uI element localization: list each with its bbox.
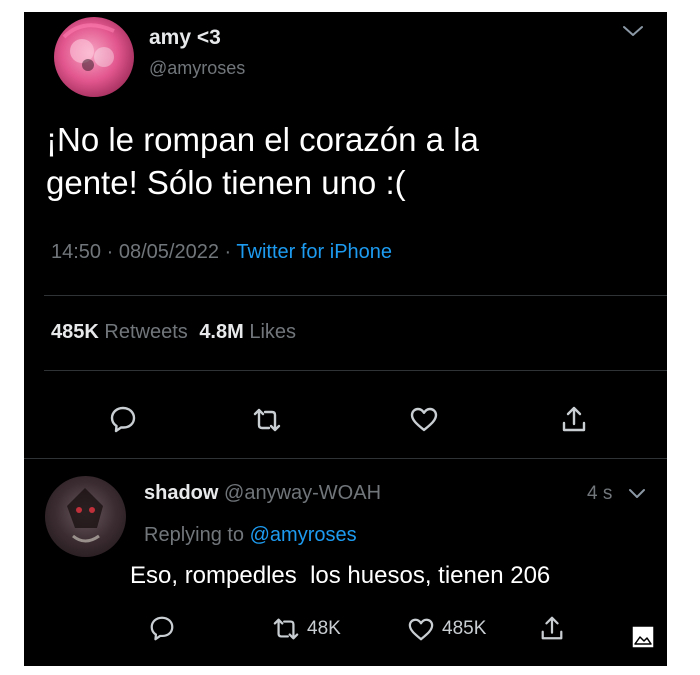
tweet-text: ¡No le rompan el corazón a la gente! Sól…	[46, 118, 479, 204]
likes-label: Likes	[249, 321, 297, 343]
tweet-screenshot: amy <3 @amyroses ¡No le rompan el corazó…	[24, 12, 667, 666]
reply-retweet-button[interactable]: 48K	[271, 616, 341, 642]
replying-handle[interactable]: @amyroses	[250, 524, 357, 546]
shadow-avatar[interactable]	[45, 476, 126, 557]
tweet-text-line-2: gente! Sólo tienen uno :(	[46, 164, 406, 201]
reply-retweet-count: 48K	[307, 618, 341, 639]
retweets-count: 485K	[51, 321, 99, 343]
heart-icon[interactable]	[408, 405, 440, 433]
reply-like-button[interactable]: 485K	[406, 616, 486, 642]
meta-separator: ·	[224, 241, 232, 263]
retweets-stat[interactable]: 485K Retweets	[51, 321, 193, 343]
tweet-time[interactable]: 14:50	[51, 241, 101, 263]
replying-label: Replying to	[144, 524, 245, 546]
tweet-source[interactable]: Twitter for iPhone	[236, 241, 392, 263]
divider	[44, 370, 667, 371]
divider	[24, 458, 667, 459]
retweet-icon	[271, 616, 301, 642]
image-icon[interactable]	[630, 624, 656, 650]
tweet-date[interactable]: 08/05/2022	[119, 241, 219, 263]
comment-icon[interactable]	[108, 404, 138, 434]
reply-header: shadow @anyway-WOAH	[144, 482, 381, 505]
reply-like-count: 485K	[442, 618, 487, 639]
likes-stat[interactable]: 4.8M Likes	[199, 321, 296, 343]
shadow-handle[interactable]: @anyway-WOAH	[224, 482, 381, 504]
shadow-display-name[interactable]: shadow	[144, 482, 218, 504]
chevron-down-icon[interactable]	[620, 22, 646, 40]
amy-display-name[interactable]: amy <3	[149, 26, 221, 50]
meta-separator: ·	[106, 241, 114, 263]
tweet-stats: 485K Retweets 4.8M Likes	[51, 321, 296, 344]
likes-count: 4.8M	[199, 321, 244, 343]
amy-handle[interactable]: @amyroses	[149, 58, 245, 79]
share-icon[interactable]	[560, 404, 588, 434]
reply-text: Eso, rompedles los huesos, tienen 206	[130, 562, 551, 589]
chevron-down-icon[interactable]	[627, 486, 647, 502]
divider	[44, 295, 667, 296]
heart-icon	[406, 616, 436, 642]
tweet-text-line-1: ¡No le rompan el corazón a la	[46, 121, 479, 158]
comment-icon[interactable]	[148, 614, 176, 642]
amy-avatar[interactable]	[54, 17, 134, 97]
reply-time[interactable]: 4 s	[587, 483, 612, 505]
replying-to: Replying to @amyroses	[144, 524, 357, 547]
retweet-icon[interactable]	[251, 406, 283, 434]
retweets-label: Retweets	[104, 321, 188, 343]
share-icon[interactable]	[539, 614, 565, 642]
tweet-meta: 14:50 · 08/05/2022 · Twitter for iPhone	[51, 241, 392, 264]
